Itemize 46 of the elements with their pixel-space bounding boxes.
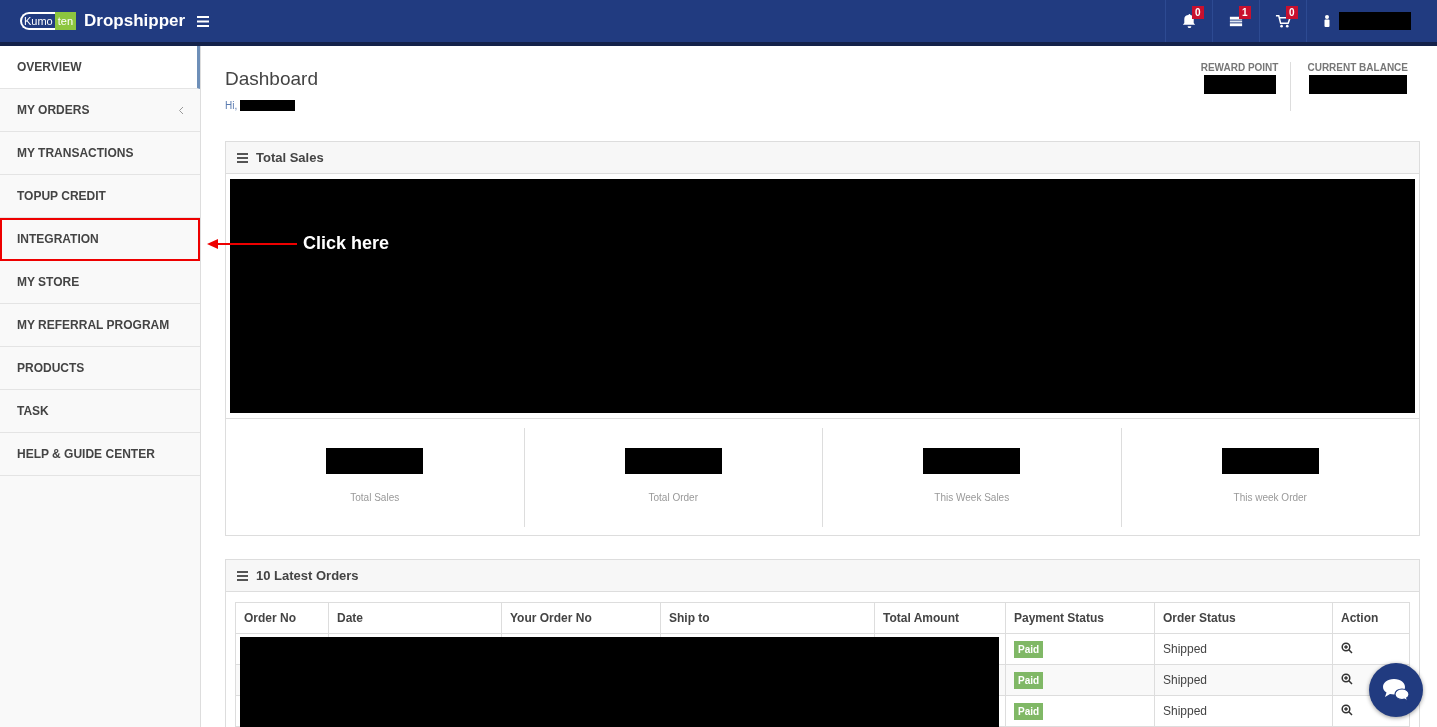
column-header: Order No [235, 602, 329, 634]
sidebar-item[interactable]: INTEGRATION [0, 218, 200, 261]
table-cell: Shipped [1154, 695, 1333, 727]
summary-label: CURRENT BALANCE [1307, 62, 1408, 73]
chat-button[interactable] [1369, 663, 1423, 717]
status-badge: Paid [1014, 671, 1044, 689]
stat-label: Total Order [648, 492, 698, 503]
greeting: Hi, [225, 100, 238, 111]
count-badge: 0 [1286, 6, 1298, 19]
zoom-icon[interactable] [1341, 672, 1353, 685]
column-header: Ship to [660, 602, 875, 634]
column-header: Order Status [1154, 602, 1333, 634]
brand-name: Dropshipper [84, 11, 186, 31]
column-header: Payment Status [1005, 602, 1155, 634]
column-header: Your Order No [501, 602, 661, 634]
column-header: Total Amount [874, 602, 1006, 634]
list-icon [237, 570, 248, 581]
menu-icon[interactable] [197, 15, 210, 27]
chat-icon [1381, 677, 1411, 703]
stat-label: This week Order [1233, 492, 1307, 503]
column-header: Date [328, 602, 502, 634]
bell-icon[interactable] [1181, 13, 1197, 29]
panel-title: 10 Latest Orders [256, 568, 359, 583]
arrow-icon [207, 237, 297, 250]
list-icon [237, 152, 248, 163]
table-cell: Shipped [1154, 633, 1333, 665]
redaction-block [1339, 12, 1411, 30]
status-badge: Paid [1014, 702, 1044, 720]
count-badge: 1 [1239, 6, 1251, 19]
cart-icon[interactable] [1275, 13, 1291, 29]
page-title: Dashboard [225, 68, 318, 90]
zoom-icon[interactable] [1341, 703, 1353, 716]
annotation-text: Click here [303, 233, 390, 254]
redaction-block [240, 100, 296, 111]
table-cell: Shipped [1154, 664, 1333, 696]
zoom-icon[interactable] [1341, 641, 1353, 654]
summary-label: REWARD POINT [1200, 62, 1279, 73]
count-badge: 0 [1192, 6, 1204, 19]
status-badge: Paid [1014, 640, 1044, 658]
column-header: Action [1332, 602, 1410, 634]
stat-label: This Week Sales [934, 492, 1010, 503]
panel-title: Total Sales [256, 150, 324, 165]
user-icon[interactable] [1323, 15, 1331, 27]
stat-label: Total Sales [350, 492, 400, 503]
logo: Kumo ten [20, 8, 77, 34]
sidebar-item[interactable]: OVERVIEW [0, 46, 200, 89]
